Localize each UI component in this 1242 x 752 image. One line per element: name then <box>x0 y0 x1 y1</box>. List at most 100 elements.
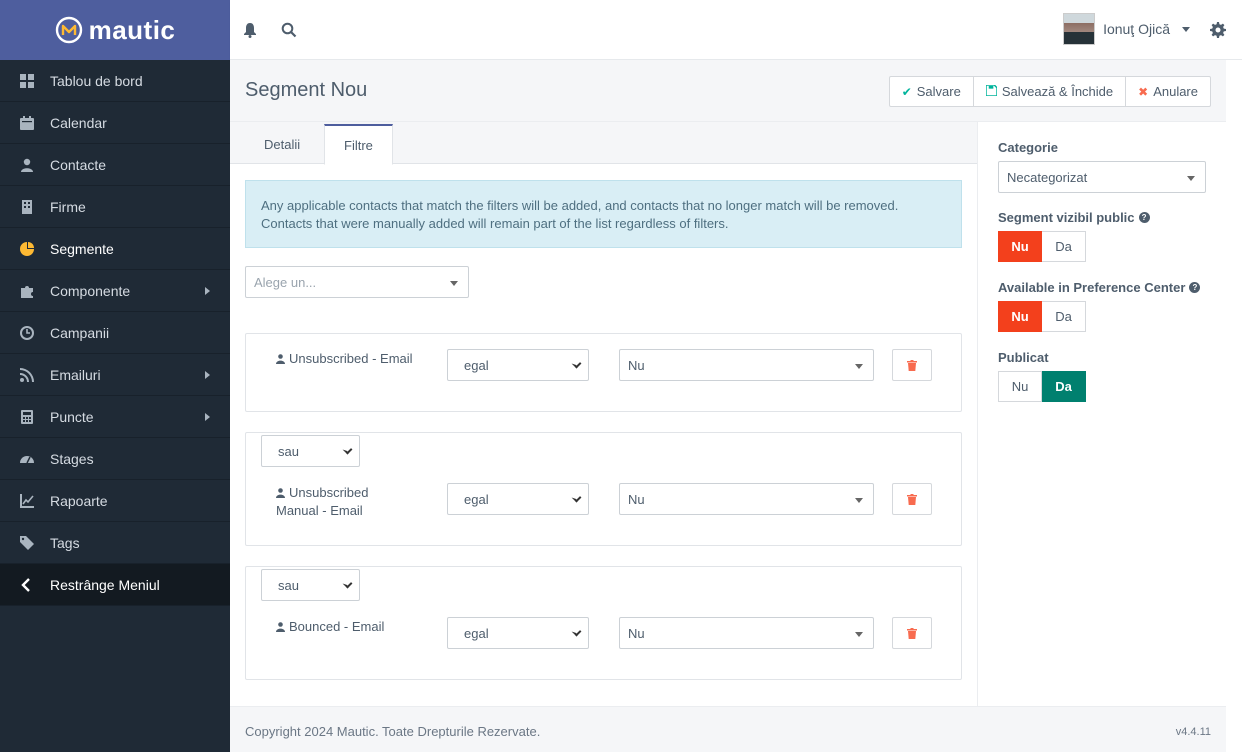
tab-details[interactable]: Detalii <box>245 124 319 165</box>
delete-filter-button[interactable] <box>892 349 932 381</box>
tachometer-icon <box>18 450 36 468</box>
published-yes-button[interactable]: Da <box>1042 371 1086 402</box>
tab-filters-label: Filtre <box>344 137 373 153</box>
filter-field-text-line2: Manual - Email <box>276 503 363 518</box>
chevron-right-icon <box>205 412 210 421</box>
help-icon[interactable]: ? <box>1138 212 1150 223</box>
nav-contacts[interactable]: Contacte <box>0 144 230 186</box>
filter-value: Nu <box>628 625 645 641</box>
chevron-down-icon <box>342 444 353 455</box>
save-label: Salvare <box>916 84 961 99</box>
category-label-text: Categorie <box>998 140 1058 155</box>
delete-filter-button[interactable] <box>892 617 932 649</box>
nav-dashboard[interactable]: Tablou de bord <box>0 60 230 102</box>
delete-filter-button[interactable] <box>892 483 932 515</box>
operator-select[interactable]: egal <box>447 617 589 649</box>
bell-icon[interactable] <box>240 20 260 40</box>
nav-stages[interactable]: Stages <box>0 438 230 480</box>
help-icon[interactable]: ? <box>1189 282 1201 293</box>
nav-tags[interactable]: Tags <box>0 522 230 564</box>
nav-companies[interactable]: Firme <box>0 186 230 228</box>
preference-no-button[interactable]: Nu <box>998 301 1042 332</box>
glue-select[interactable]: sau <box>261 569 360 601</box>
save-close-label: Salvează & Închide <box>1001 84 1114 99</box>
filter-value: Nu <box>628 357 645 373</box>
glue-select[interactable]: sau <box>261 435 360 467</box>
footer: Copyright 2024 Mautic. Toate Drepturile … <box>230 706 1226 752</box>
nav-label: Puncte <box>50 408 94 425</box>
chevron-right-icon <box>205 286 210 295</box>
nav-label: Campanii <box>50 324 110 341</box>
filter-field-text: Unsubscribed - Email <box>289 351 413 366</box>
chevron-right-icon <box>205 370 210 379</box>
operator-select[interactable]: egal <box>447 349 589 381</box>
tab-details-label: Detalii <box>264 137 301 152</box>
copyright-text: Copyright 2024 Mautic. Toate Drepturile … <box>245 724 541 739</box>
tab-filters[interactable]: Filtre <box>324 124 393 165</box>
nav-label: Componente <box>50 282 131 299</box>
save-button[interactable]: ✔ Salvare <box>888 76 974 107</box>
published-toggle: Nu Da <box>998 371 1086 402</box>
nav-label: Tablou de bord <box>50 72 143 89</box>
brand-name: mautic <box>88 14 176 45</box>
filter-field-label: Unsubscribed - Email <box>276 350 413 368</box>
chevron-down-icon <box>571 626 582 637</box>
nav-segments[interactable]: Segmente <box>0 228 230 270</box>
nav-emails[interactable]: Emailuri <box>0 354 230 396</box>
puzzle-icon <box>18 282 36 300</box>
public-yes-button[interactable]: Da <box>1042 231 1086 262</box>
save-close-button[interactable]: Salvează & Închide <box>973 76 1127 107</box>
gear-icon[interactable] <box>1208 20 1228 40</box>
filter-field-label: Unsubscribed Manual - Email <box>276 484 369 520</box>
filter-field-text: Bounced - Email <box>289 619 385 634</box>
version-text: v4.4.11 <box>1175 726 1211 738</box>
rss-icon <box>18 366 36 384</box>
building-icon <box>18 198 36 216</box>
user-icon <box>276 619 285 632</box>
nav-calendar[interactable]: Calendar <box>0 102 230 144</box>
nav-campaigns[interactable]: Campanii <box>0 312 230 354</box>
cancel-button[interactable]: ✖ Anulare <box>1126 76 1211 107</box>
nav-label: Emailuri <box>50 366 101 383</box>
brand-bar[interactable]: mautic <box>0 0 230 60</box>
public-no-button[interactable]: Nu <box>998 231 1042 262</box>
nav-components[interactable]: Componente <box>0 270 230 312</box>
nav-label: Rapoarte <box>50 492 108 509</box>
caret-down-icon <box>1187 176 1195 181</box>
category-value: Necategorizat <box>1007 169 1088 185</box>
user-menu[interactable]: Ionuţ Ojică <box>1063 13 1190 45</box>
scrollbar-track[interactable] <box>1226 60 1242 752</box>
collapse-menu-label: Restrânge Meniul <box>50 576 160 593</box>
category-select[interactable]: Necategorizat <box>998 161 1206 193</box>
mautic-logo-icon <box>55 16 82 44</box>
tag-icon <box>18 534 36 552</box>
search-icon[interactable] <box>279 20 299 40</box>
nav-label: Tags <box>50 534 80 551</box>
filter-value: Nu <box>628 491 645 507</box>
chevron-down-icon <box>571 492 582 503</box>
published-no-button[interactable]: Nu <box>998 371 1042 402</box>
value-select[interactable]: Nu <box>619 617 874 649</box>
collapse-menu-button[interactable]: Restrânge Meniul <box>0 564 230 606</box>
add-filter-select[interactable]: Alege un... <box>245 266 469 298</box>
chevron-down-icon <box>571 358 582 369</box>
mautic-logo[interactable]: mautic <box>55 15 176 46</box>
nav-label: Stages <box>50 450 94 467</box>
preference-yes-button[interactable]: Da <box>1042 301 1086 332</box>
page-title: Segment Nou <box>245 79 368 101</box>
value-select[interactable]: Nu <box>619 483 874 515</box>
dashboard-icon <box>18 72 36 90</box>
nav-points[interactable]: Puncte <box>0 396 230 438</box>
value-select[interactable]: Nu <box>619 349 874 381</box>
action-buttons: ✔ Salvare Salvează & Închide ✖ Anulare <box>888 76 1211 107</box>
published-label: Publicat <box>998 350 1049 365</box>
main-nav: Tablou de bord Calendar Contacte Firme S… <box>0 60 230 606</box>
user-icon <box>18 156 36 174</box>
user-icon <box>276 351 285 364</box>
nav-label: Segmente <box>50 240 114 257</box>
nav-label: Firme <box>50 198 86 215</box>
nav-reports[interactable]: Rapoarte <box>0 480 230 522</box>
pie-chart-icon <box>18 240 36 258</box>
operator-select[interactable]: egal <box>447 483 589 515</box>
add-filter-placeholder: Alege un... <box>254 274 317 290</box>
